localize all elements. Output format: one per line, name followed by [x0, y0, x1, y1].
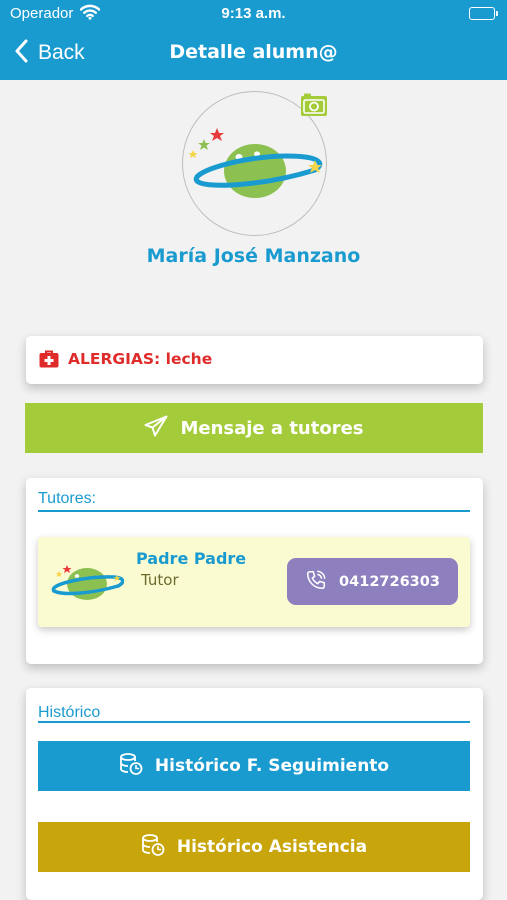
page-title: Detalle alumn@: [169, 41, 338, 63]
camera-button[interactable]: [300, 93, 328, 117]
tutors-section-title: Tutores:: [38, 490, 97, 507]
call-tutor-button[interactable]: 0412726303: [287, 558, 458, 605]
allergies-card: ALERGIAS: leche: [26, 336, 483, 384]
follow-up-history-button[interactable]: Histórico F. Seguimiento: [38, 741, 470, 791]
paper-plane-icon: [144, 415, 180, 442]
tutor-item: Padre Padre Tutor 0412726303: [38, 537, 470, 627]
database-clock-icon: [141, 833, 177, 862]
status-bar: Operador 9:13 a.m.: [0, 0, 507, 28]
allergies-label: ALERGIAS: leche: [68, 350, 213, 368]
section-divider: [38, 510, 470, 512]
camera-icon: [301, 93, 327, 116]
follow-up-history-label: Histórico F. Seguimiento: [154, 756, 390, 776]
nav-bar: Back Detalle alumn@: [0, 28, 507, 80]
tutor-role: Tutor: [141, 571, 179, 589]
tutor-phone-number: 0412726303: [339, 573, 440, 590]
attendance-history-button[interactable]: Histórico Asistencia: [38, 822, 470, 872]
first-aid-kit-icon: [39, 350, 59, 372]
battery-icon: [469, 7, 498, 20]
section-divider: [38, 721, 470, 723]
tutors-card: Tutores: Padre Padre Tutor 0412726303: [26, 478, 483, 664]
attendance-history-label: Histórico Asistencia: [176, 837, 368, 857]
history-section-title: Histórico: [38, 704, 101, 721]
status-time: 9:13 a.m.: [221, 5, 286, 22]
student-name: María José Manzano: [146, 245, 361, 267]
phone-icon: [305, 569, 339, 595]
planet-icon: [50, 562, 125, 606]
tutor-name: Padre Padre: [136, 549, 247, 568]
database-clock-icon: [119, 752, 155, 781]
message-tutors-label: Mensaje a tutores: [180, 417, 364, 439]
message-tutors-button[interactable]: Mensaje a tutores: [25, 403, 483, 453]
history-card: Histórico Histórico F. Seguimiento Histó…: [26, 688, 483, 900]
